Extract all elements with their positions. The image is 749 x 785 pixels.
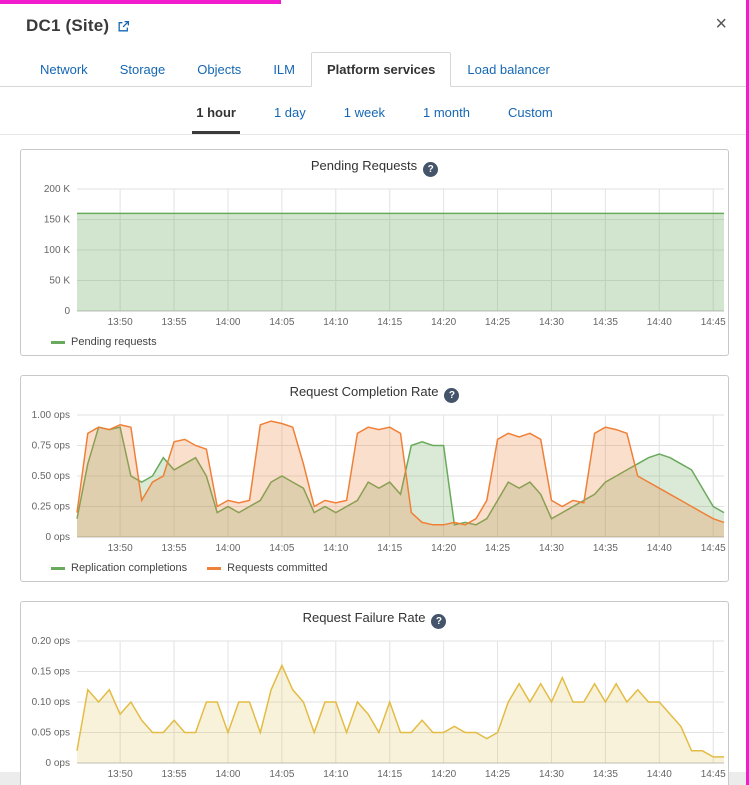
help-icon[interactable]: ?: [423, 162, 438, 177]
svg-text:14:40: 14:40: [647, 769, 672, 780]
help-icon[interactable]: ?: [431, 614, 446, 629]
svg-text:0.75 ops: 0.75 ops: [32, 441, 70, 452]
svg-text:14:15: 14:15: [377, 317, 402, 328]
svg-text:13:50: 13:50: [108, 769, 133, 780]
svg-text:50 K: 50 K: [49, 276, 70, 287]
chart-legend: Pending requests: [25, 333, 724, 351]
svg-text:0 ops: 0 ops: [46, 532, 70, 543]
help-icon[interactable]: ?: [444, 388, 459, 403]
svg-text:14:15: 14:15: [377, 543, 402, 554]
svg-text:100 K: 100 K: [44, 245, 70, 256]
time-range-1-week[interactable]: 1 week: [340, 101, 389, 134]
svg-text:14:20: 14:20: [431, 543, 456, 554]
chart-title: Request Failure Rate: [303, 610, 426, 625]
svg-text:13:50: 13:50: [108, 543, 133, 554]
external-link-icon[interactable]: [117, 20, 130, 33]
svg-text:0.50 ops: 0.50 ops: [32, 471, 70, 482]
svg-text:13:55: 13:55: [162, 317, 187, 328]
chart-title-row: Request Completion Rate?: [25, 384, 724, 407]
svg-text:14:20: 14:20: [431, 769, 456, 780]
legend-label: Replication completions: [71, 562, 187, 574]
tab-network[interactable]: Network: [24, 52, 104, 86]
svg-text:14:00: 14:00: [215, 317, 240, 328]
svg-text:0.10 ops: 0.10 ops: [32, 697, 70, 708]
chart-title: Request Completion Rate: [290, 384, 439, 399]
svg-text:0.15 ops: 0.15 ops: [32, 667, 70, 678]
svg-text:14:40: 14:40: [647, 317, 672, 328]
close-button[interactable]: ×: [715, 14, 727, 34]
header: DC1 (Site) ×: [0, 0, 749, 36]
tab-bar: Network Storage Objects ILM Platform ser…: [0, 52, 749, 87]
svg-text:14:35: 14:35: [593, 317, 618, 328]
svg-text:13:55: 13:55: [162, 543, 187, 554]
svg-text:14:35: 14:35: [593, 543, 618, 554]
svg-text:200 K: 200 K: [44, 184, 70, 195]
svg-text:0 ops: 0 ops: [46, 758, 70, 769]
time-range-bar: 1 hour 1 day 1 week 1 month Custom: [0, 87, 749, 135]
svg-text:150 K: 150 K: [44, 215, 70, 226]
svg-text:14:45: 14:45: [701, 543, 726, 554]
chart-legend: Replication completions Requests committ…: [25, 559, 724, 577]
tab-ilm[interactable]: ILM: [257, 52, 311, 86]
svg-text:14:30: 14:30: [539, 317, 564, 328]
legend-swatch: [51, 567, 65, 570]
svg-text:14:35: 14:35: [593, 769, 618, 780]
chart-title: Pending Requests: [311, 158, 417, 173]
chart-box-request-completion-rate: Request Completion Rate? 13:50 13:55 14:00…: [20, 375, 729, 582]
site-detail-card: DC1 (Site) × Network Storage Objects ILM…: [0, 0, 749, 772]
svg-text:14:25: 14:25: [485, 769, 510, 780]
svg-text:0.20 ops: 0.20 ops: [32, 636, 70, 647]
tab-objects[interactable]: Objects: [181, 52, 257, 86]
svg-text:14:05: 14:05: [269, 769, 294, 780]
svg-text:14:40: 14:40: [647, 543, 672, 554]
chart-box-request-failure-rate: Request Failure Rate? 13:50 13:55 14:00 14:…: [20, 601, 729, 785]
pending-requests-chart[interactable]: 13:50 13:55 14:00 14:05 14:10 14:15 14:20 14:25…: [25, 181, 732, 333]
svg-text:14:30: 14:30: [539, 769, 564, 780]
legend-item-requests-committed[interactable]: Requests committed: [207, 562, 327, 574]
svg-text:14:45: 14:45: [701, 769, 726, 780]
chart-box-pending-requests: Pending Requests? 13:50 13:55 14:00 14:05 14…: [20, 149, 729, 356]
svg-text:14:05: 14:05: [269, 543, 294, 554]
request-failure-rate-chart[interactable]: 13:50 13:55 14:00 14:05 14:10 14:15 14:20 14:25…: [25, 633, 732, 785]
svg-text:14:30: 14:30: [539, 543, 564, 554]
time-range-custom[interactable]: Custom: [504, 101, 557, 134]
svg-text:0: 0: [64, 306, 70, 317]
tab-platform-services[interactable]: Platform services: [311, 52, 451, 87]
svg-text:14:10: 14:10: [323, 317, 348, 328]
time-range-1-day[interactable]: 1 day: [270, 101, 310, 134]
svg-text:14:10: 14:10: [323, 543, 348, 554]
svg-text:1.00 ops: 1.00 ops: [32, 410, 70, 421]
svg-text:0.05 ops: 0.05 ops: [32, 728, 70, 739]
svg-text:14:45: 14:45: [701, 317, 726, 328]
legend-item-pending-requests[interactable]: Pending requests: [51, 336, 157, 348]
svg-text:14:10: 14:10: [323, 769, 348, 780]
window-title: DC1 (Site): [26, 16, 109, 36]
chart-title-row: Pending Requests?: [25, 158, 724, 181]
modal-page: DC1 (Site) × Network Storage Objects ILM…: [0, 0, 749, 785]
legend-label: Pending requests: [71, 336, 157, 348]
screen-artifact-top: [0, 0, 281, 4]
legend-label: Requests committed: [227, 562, 327, 574]
request-completion-rate-chart[interactable]: 13:50 13:55 14:00 14:05 14:10 14:15 14:20 14:25…: [25, 407, 732, 559]
time-range-1-hour[interactable]: 1 hour: [192, 101, 240, 134]
svg-text:14:00: 14:00: [215, 543, 240, 554]
svg-text:0.25 ops: 0.25 ops: [32, 502, 70, 513]
svg-text:14:25: 14:25: [485, 317, 510, 328]
legend-swatch: [51, 341, 65, 344]
chart-title-row: Request Failure Rate?: [25, 610, 724, 633]
time-range-1-month[interactable]: 1 month: [419, 101, 474, 134]
svg-text:14:15: 14:15: [377, 769, 402, 780]
svg-text:13:50: 13:50: [108, 317, 133, 328]
tab-load-balancer[interactable]: Load balancer: [451, 52, 565, 86]
svg-text:14:05: 14:05: [269, 317, 294, 328]
svg-text:14:25: 14:25: [485, 543, 510, 554]
legend-swatch: [207, 567, 221, 570]
tab-storage[interactable]: Storage: [104, 52, 182, 86]
svg-text:13:55: 13:55: [162, 769, 187, 780]
charts-area: Pending Requests? 13:50 13:55 14:00 14:05 14…: [0, 135, 749, 785]
legend-item-replication-completions[interactable]: Replication completions: [51, 562, 187, 574]
svg-text:14:20: 14:20: [431, 317, 456, 328]
svg-text:14:00: 14:00: [215, 769, 240, 780]
